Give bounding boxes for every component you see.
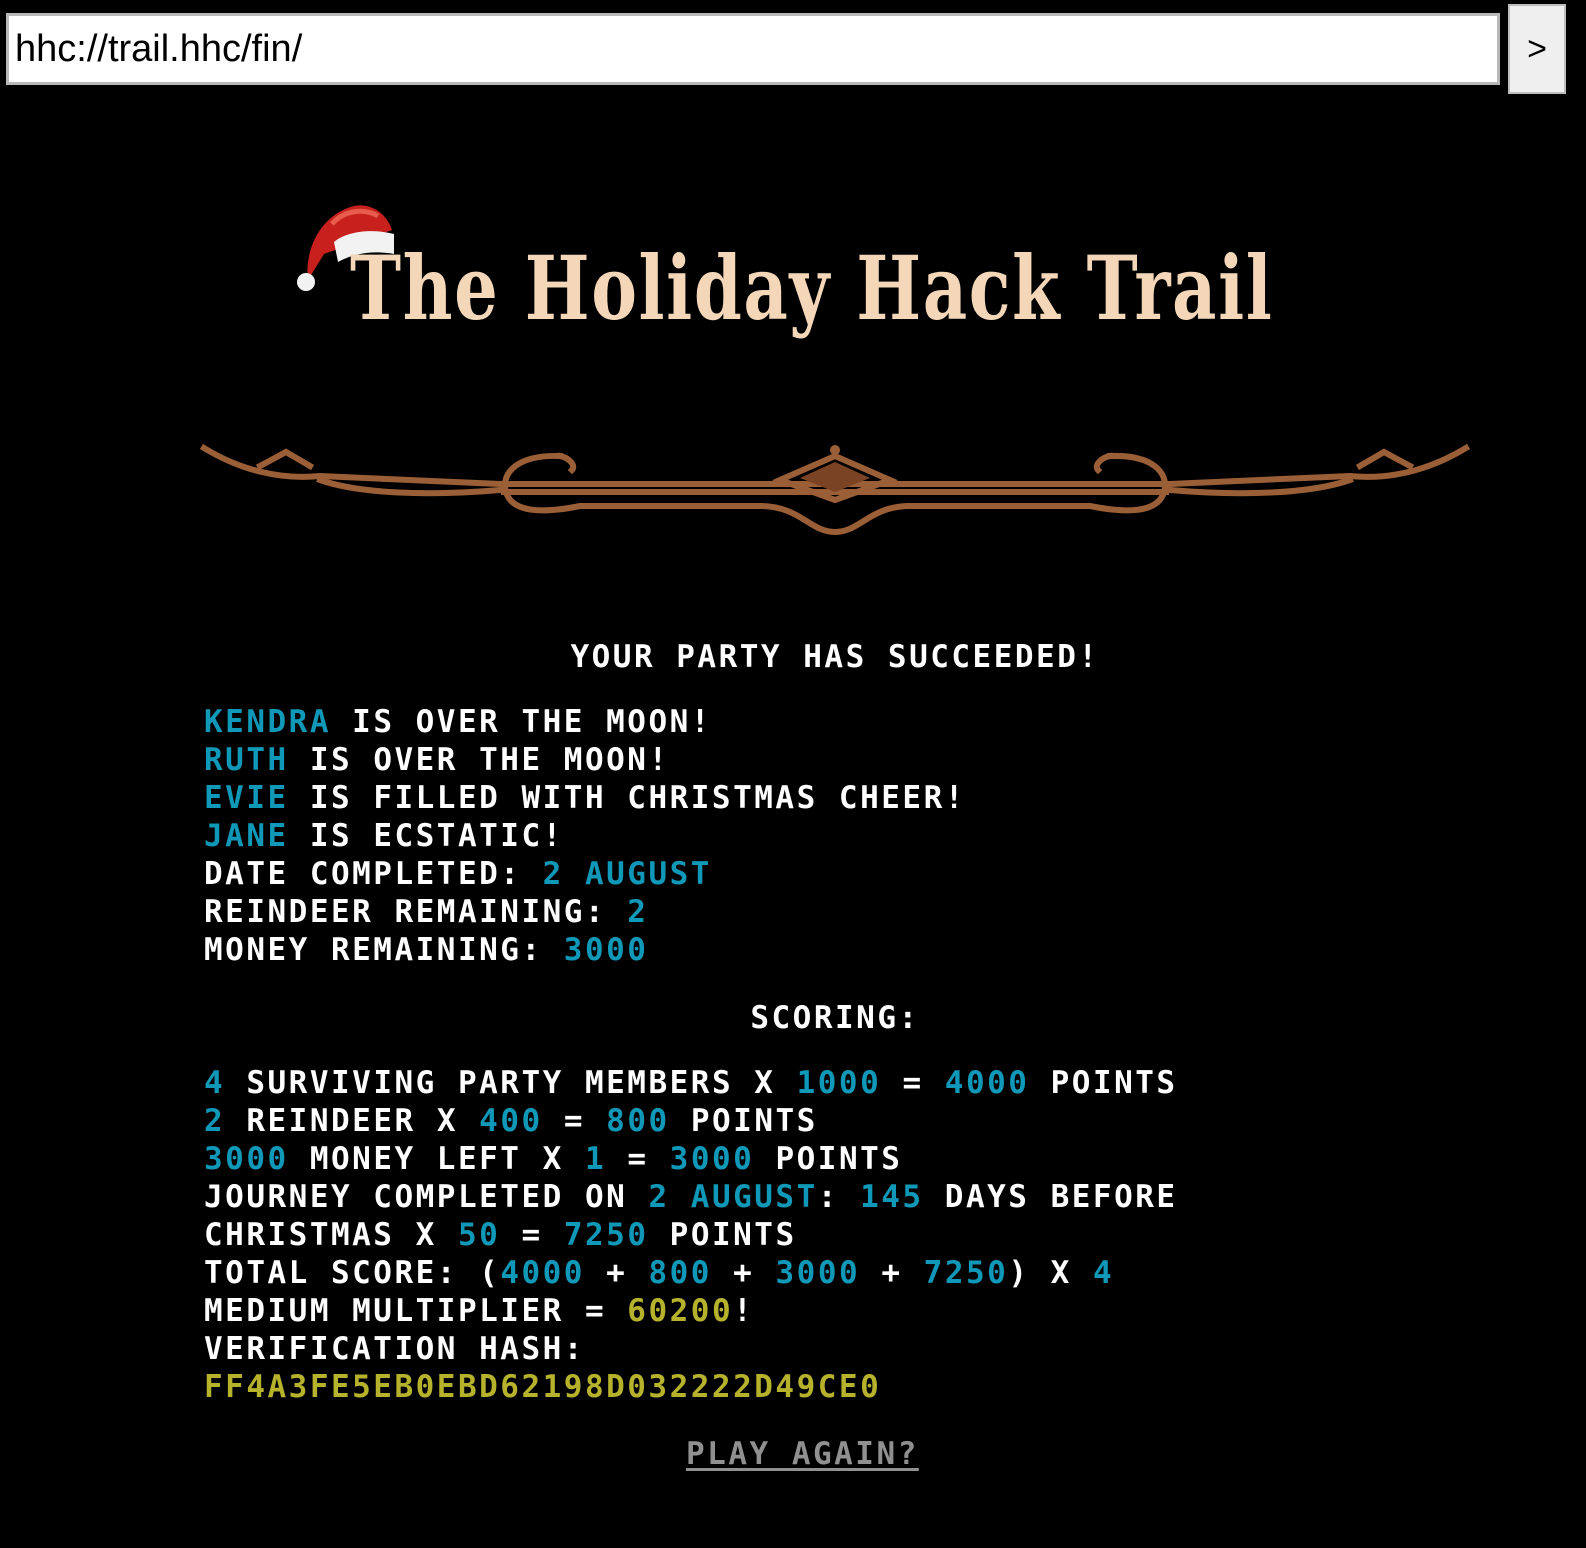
play-again-link[interactable]: Play again? — [686, 1434, 919, 1474]
journey-unit: points — [669, 1217, 797, 1253]
money-text: money left x — [309, 1141, 564, 1177]
total-c: 3000 — [775, 1255, 861, 1291]
money-unit: points — [775, 1141, 903, 1177]
total-score-row-2: Medium multiplier = 60200! — [204, 1292, 754, 1330]
member-row: Evie is filled with Christmas cheer! — [204, 779, 966, 817]
member-row: Jane is ecstatic! — [204, 817, 564, 855]
multiplier-label: Medium multiplier — [204, 1293, 564, 1329]
party-result: 4000 — [944, 1065, 1030, 1101]
party-text: surviving party members x — [246, 1065, 776, 1101]
total-open: ( — [479, 1255, 501, 1291]
verification-hash: FF4A3FE5EB0EBD62198D032222D49CE0 — [204, 1369, 882, 1405]
member-row: Kendra is over the moon! — [204, 703, 712, 741]
money-multiplier: 1 — [584, 1141, 607, 1177]
reindeer-remaining-row: Reindeer remaining: 2 — [204, 893, 648, 931]
member-name: Ruth — [204, 742, 289, 778]
reindeer-label: Reindeer remaining: — [204, 894, 607, 930]
reindeer-count: 2 — [204, 1103, 226, 1139]
total-label: Total score: — [204, 1255, 458, 1291]
journey-text: Journey completed on — [204, 1179, 628, 1215]
money-value: 3000 — [563, 932, 649, 968]
journey-colon: : — [817, 1179, 839, 1215]
total-score-row: Total score: (4000 + 800 + 3000 + 7250) … — [204, 1254, 1114, 1292]
journey-eq: = — [521, 1217, 543, 1253]
member-state: is over the moon! — [352, 704, 712, 740]
ornament-divider — [200, 443, 1470, 536]
money-result: 3000 — [669, 1141, 755, 1177]
date-completed-row: Date completed: 2 August — [204, 855, 712, 893]
total-close: ) — [1008, 1255, 1030, 1291]
go-button[interactable]: > — [1508, 4, 1566, 94]
url-input[interactable] — [6, 13, 1500, 85]
journey-days: 145 — [860, 1179, 924, 1215]
money-eq: = — [627, 1141, 649, 1177]
headline: Your party has succeeded! — [570, 639, 1100, 675]
money-count: 3000 — [204, 1141, 289, 1177]
member-state: is filled with Christmas cheer! — [309, 780, 966, 816]
journey-days-text: days before — [944, 1179, 1178, 1215]
game-title: The Holiday Hack Trail — [350, 236, 1274, 340]
score-party-row: 4 surviving party members x 1000 = 4000 … — [204, 1064, 1178, 1102]
party-unit: points — [1050, 1065, 1178, 1101]
scoring-heading: Scoring: — [750, 1000, 920, 1036]
member-name: Evie — [204, 780, 289, 816]
final-score: 60200 — [627, 1293, 734, 1329]
reindeer-multiplier: 400 — [479, 1103, 543, 1139]
journey-christmas-text: Christmas x — [204, 1217, 437, 1253]
party-multiplier: 1000 — [796, 1065, 882, 1101]
score-journey-row-2: Christmas x 50 = 7250 points — [204, 1216, 797, 1254]
reindeer-value: 2 — [627, 894, 649, 930]
score-money-row: 3000 money left x 1 = 3000 points — [204, 1140, 902, 1178]
journey-result: 7250 — [563, 1217, 649, 1253]
total-eq: = — [584, 1293, 607, 1329]
total-plus: + — [733, 1255, 755, 1291]
total-a: 4000 — [500, 1255, 585, 1291]
member-name: Kendra — [204, 704, 331, 740]
money-remaining-row: Money remaining: 3000 — [204, 931, 648, 969]
total-multiplier: 4 — [1093, 1255, 1115, 1291]
journey-multiplier: 50 — [457, 1217, 501, 1253]
member-state: is over the moon! — [309, 742, 670, 778]
member-state: is ecstatic! — [309, 818, 564, 854]
date-value: 2 August — [542, 856, 712, 892]
score-reindeer-row: 2 reindeer x 400 = 800 points — [204, 1102, 818, 1140]
reindeer-eq: = — [563, 1103, 585, 1139]
total-b: 800 — [648, 1255, 712, 1291]
money-label: Money remaining: — [204, 932, 543, 968]
party-eq: = — [902, 1065, 924, 1101]
total-plus: + — [606, 1255, 628, 1291]
total-plus: + — [881, 1255, 903, 1291]
total-x: x — [1050, 1255, 1072, 1291]
party-count: 4 — [204, 1065, 226, 1101]
member-name: Jane — [204, 818, 289, 854]
date-label: Date completed: — [204, 856, 522, 892]
final-score-bang: ! — [733, 1293, 755, 1329]
member-row: Ruth is over the moon! — [204, 741, 670, 779]
score-journey-row: Journey completed on 2 August: 145 days … — [204, 1178, 1178, 1216]
reindeer-result: 800 — [606, 1103, 670, 1139]
hash-label: Verification hash: — [204, 1331, 585, 1367]
journey-date: 2 August — [648, 1179, 818, 1215]
reindeer-unit: points — [690, 1103, 818, 1139]
reindeer-text: reindeer x — [246, 1103, 458, 1139]
total-d: 7250 — [923, 1255, 1009, 1291]
